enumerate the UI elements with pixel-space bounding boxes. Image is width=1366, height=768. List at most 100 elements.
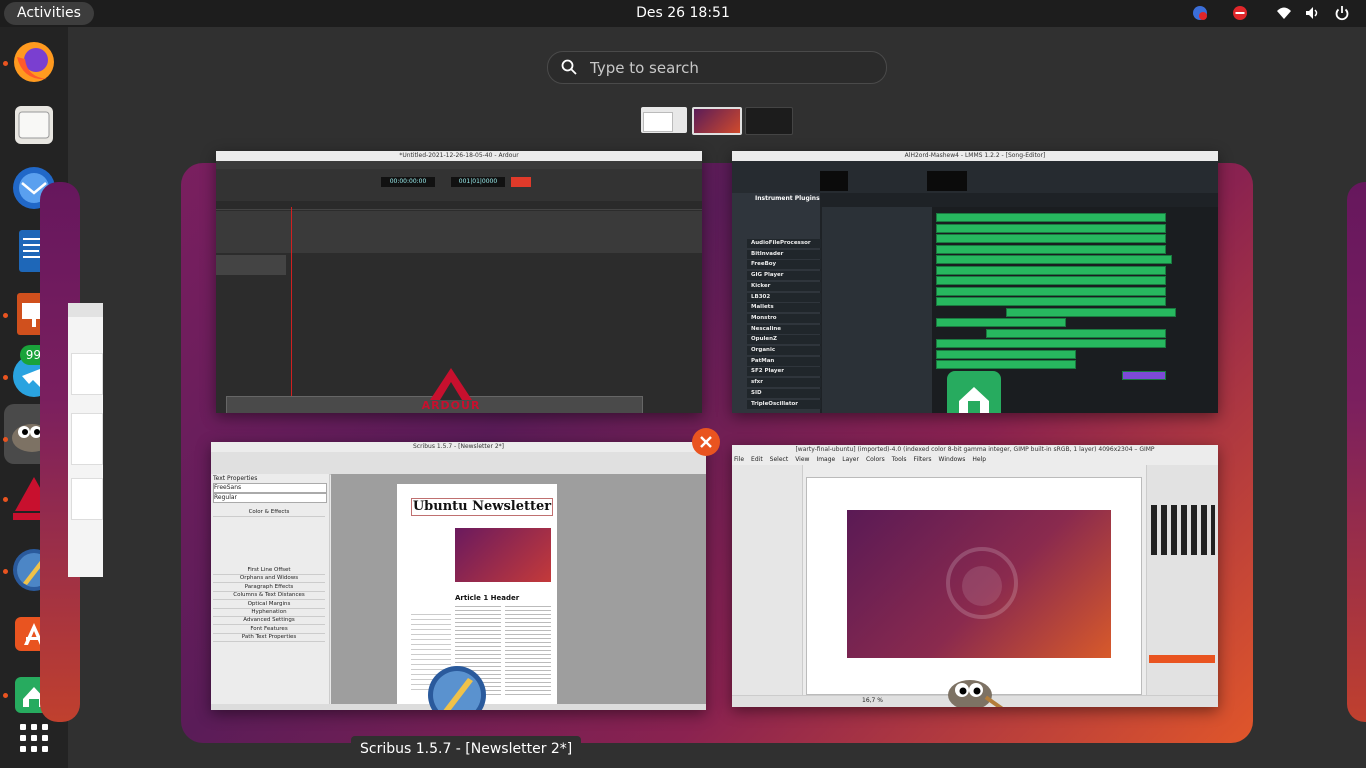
pattern-block[interactable] [936, 286, 1166, 296]
workspace-thumbnail-2[interactable] [692, 107, 742, 135]
close-window-button[interactable] [692, 428, 720, 456]
power-icon[interactable] [1334, 5, 1350, 21]
pattern-block[interactable] [936, 360, 1076, 369]
properties-section[interactable]: Path Text Properties [213, 633, 325, 643]
workspace-preview-right [1347, 182, 1366, 722]
pattern-block[interactable] [936, 339, 1166, 348]
pattern-block[interactable] [936, 265, 1166, 275]
top-bar: Activities Des 26 18:51 [0, 0, 1366, 27]
window-title: [warty-final-ubuntu] (imported)-4.0 (ind… [732, 445, 1218, 455]
pattern-block[interactable] [936, 244, 1166, 254]
ardour-app-icon: ARDOUR [416, 366, 486, 413]
window-gimp[interactable]: [warty-final-ubuntu] (imported)-4.0 (ind… [732, 445, 1218, 707]
activities-button[interactable]: Activities [4, 2, 94, 25]
workspace-thumbnail-1[interactable] [641, 107, 687, 133]
plugin-item[interactable]: Mallets [747, 303, 821, 313]
close-icon [700, 436, 712, 448]
plugin-item[interactable]: Nescaline [747, 324, 821, 334]
lmms-app-icon [945, 369, 1003, 413]
pattern-block[interactable] [1006, 307, 1176, 317]
menu-item[interactable]: File [734, 456, 744, 463]
search-bar[interactable] [547, 51, 887, 84]
do-not-disturb-icon[interactable] [1232, 5, 1248, 21]
plugin-item[interactable]: PatMan [747, 356, 821, 366]
clock: Des 26 18:51 [0, 0, 1366, 27]
plugin-item[interactable]: OpulenZ [747, 335, 821, 345]
folder-icon [15, 106, 53, 144]
menu-item[interactable]: Image [816, 456, 835, 463]
plugin-item[interactable]: Organic [747, 346, 821, 355]
offscreen-window[interactable] [68, 303, 103, 577]
text-properties-title: Text Properties [213, 475, 258, 482]
search-icon [561, 59, 577, 75]
font-family-field[interactable]: FreeSans [213, 483, 327, 493]
menu-item[interactable]: Edit [751, 456, 763, 463]
plugin-item[interactable]: Kicker [747, 281, 821, 291]
plugin-item[interactable]: FreeBoy [747, 260, 821, 270]
menu-item[interactable]: View [795, 456, 809, 463]
menu-item[interactable]: Help [972, 456, 986, 463]
plugin-item[interactable]: TripleOscillator [747, 399, 821, 409]
plugin-item[interactable]: GIG Player [747, 271, 821, 281]
window-tooltip: Scribus 1.5.7 - [Newsletter 2*] [351, 736, 582, 762]
plugin-item[interactable]: BitInvader [747, 249, 821, 259]
plugin-item[interactable]: AudioFileProcessor [747, 239, 821, 248]
running-indicator [3, 375, 8, 380]
ardour-clock: 00:00:00:00 [381, 177, 435, 187]
window-lmms[interactable]: AlH2ord-Mashew4 - LMMS 1.2.2 - [Song-Edi… [732, 151, 1218, 413]
plugin-item[interactable]: Monstro [747, 313, 821, 323]
pattern-block[interactable] [936, 349, 1076, 359]
lmms-panel-title: Instrument Plugins [755, 195, 820, 202]
ardour-logo-text: ARDOUR [421, 399, 481, 412]
running-indicator [3, 569, 8, 574]
window-scribus[interactable]: Scribus 1.5.7 - [Newsletter 2*] Text Pro… [211, 442, 706, 710]
menu-item[interactable]: Tools [892, 456, 907, 463]
gimp-menubar: File Edit Select View Image Layer Colors Tools F… [734, 456, 993, 465]
plugin-item[interactable]: SF2 Player [747, 367, 821, 377]
plugin-item[interactable]: LB302 [747, 292, 821, 302]
font-style-field[interactable]: Regular [213, 493, 327, 503]
pattern-block[interactable] [936, 255, 1172, 264]
pattern-block[interactable] [1122, 370, 1166, 380]
wifi-icon[interactable] [1276, 5, 1292, 21]
scribus-app-icon [426, 664, 488, 710]
clock-label[interactable]: Des 26 18:51 [636, 5, 730, 21]
volume-icon[interactable] [1304, 5, 1320, 21]
window-title: *Untitled-2021-12-26-18-05-40 - Ardour [216, 151, 702, 161]
gimp-app-icon [940, 667, 1006, 707]
firefox-icon [14, 42, 54, 82]
running-indicator [3, 313, 8, 318]
menu-item[interactable]: Select [770, 456, 789, 463]
article-header: Article 1 Header [455, 594, 520, 602]
pattern-block[interactable] [936, 276, 1166, 285]
menu-item[interactable]: Colors [866, 456, 885, 463]
running-indicator [3, 693, 8, 698]
menu-item[interactable]: Windows [939, 456, 966, 463]
dock-item-files[interactable] [9, 100, 59, 150]
ardour-bbt: 001|01|0000 [451, 177, 505, 187]
notification-icon[interactable] [1192, 5, 1208, 21]
window-title: Scribus 1.5.7 - [Newsletter 2*] [211, 442, 706, 452]
menu-item[interactable]: Filters [914, 456, 932, 463]
plugin-item[interactable]: SID [747, 388, 821, 398]
newsletter-headline: Ubuntu Newsletter [411, 498, 553, 516]
pattern-block[interactable] [936, 297, 1166, 306]
mascot-artwork [946, 547, 1018, 619]
running-indicator [3, 497, 8, 502]
running-indicator [3, 61, 8, 66]
zoom-level[interactable]: 16,7 % [862, 697, 883, 704]
plugin-item[interactable]: sfxr [747, 378, 821, 388]
dock-item-firefox[interactable] [9, 37, 59, 87]
pattern-block[interactable] [986, 328, 1166, 338]
search-input[interactable] [588, 56, 872, 80]
pattern-block[interactable] [936, 223, 1166, 233]
pattern-block[interactable] [936, 234, 1166, 243]
pattern-block[interactable] [936, 213, 1166, 222]
properties-section[interactable]: Color & Effects [213, 508, 325, 517]
pattern-block[interactable] [936, 318, 1066, 327]
window-ardour[interactable]: *Untitled-2021-12-26-18-05-40 - Ardour 0… [216, 151, 702, 413]
running-indicator [3, 437, 8, 442]
window-title: AlH2ord-Mashew4 - LMMS 1.2.2 - [Song-Edi… [732, 151, 1218, 161]
menu-item[interactable]: Layer [842, 456, 859, 463]
workspace-thumbnail-3[interactable] [745, 107, 793, 135]
